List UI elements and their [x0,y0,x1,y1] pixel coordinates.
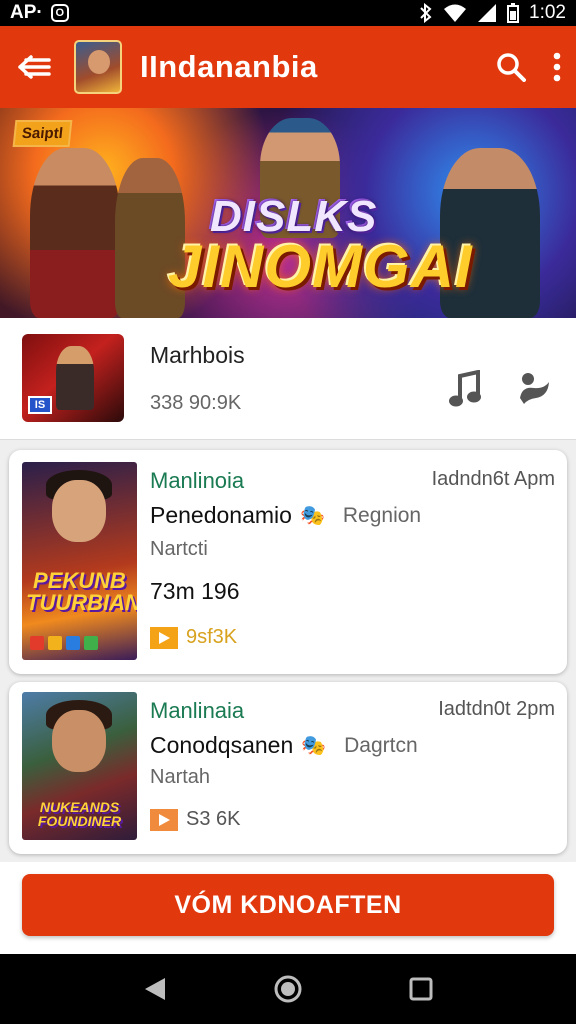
play-flag-icon [150,626,178,649]
featured-item[interactable]: IS Marhbois 338 90:9K [0,318,576,440]
more-vert-icon[interactable] [552,52,562,82]
search-icon[interactable] [496,52,526,82]
game-rating: 9sf3K [186,626,238,648]
status-bar: AP· O 1:02 [0,0,576,26]
featured-title: Marhbois [150,342,245,368]
cover-title: NUKEANDS FOUNDINER [37,799,122,829]
game-cover: NUKEANDS FOUNDINER [22,692,137,840]
nav-recents-icon[interactable] [409,977,433,1001]
nav-back-icon[interactable] [143,976,167,1002]
game-region: Regnion [342,503,422,527]
game-title: Penedonamio [150,502,292,528]
featured-thumbnail: IS [22,334,124,422]
status-carrier: AP· [10,2,43,23]
app-avatar[interactable] [74,40,122,94]
notification-icon: O [50,4,69,22]
game-size: 73m 196 [150,578,240,604]
game-card[interactable]: NUKEANDS FOUNDINER Manlinaia Iadtdn0t 2p… [9,682,567,854]
game-time: Iadtdn0t 2pm [438,698,555,720]
banner-character-left [30,148,120,318]
banner-tag: Saiptl [12,120,73,147]
nav-home-icon[interactable] [274,975,302,1003]
primary-action-button[interactable]: VÓM KDNOAFTEN [22,874,554,936]
signal-icon [478,4,497,22]
system-nav-bar [0,954,576,1024]
cta-container: VÓM KDNOAFTEN [0,862,576,954]
status-clock: 1:02 [529,2,566,23]
play-flag-icon [150,808,178,831]
share-icon[interactable] [516,370,552,406]
music-note-icon[interactable] [448,370,482,408]
game-category: Manlinaia [150,698,245,723]
app-title: IIndananbia [140,49,318,84]
bluetooth-icon [420,3,432,23]
banner-headline-main: JINOMGAI [168,233,473,300]
featured-badge: IS [28,396,52,414]
game-region: Dagrtcn [344,733,418,757]
game-card[interactable]: PEKUNB TUURBIAN Manlinoia Iadndn6t Apm P… [9,450,567,674]
mask-icon: 🎭 [301,735,327,757]
game-cover: PEKUNB TUURBIAN [22,462,137,660]
game-rating: S3 6K [186,808,241,830]
menu-back-icon[interactable] [14,47,54,87]
cover-title: PEKUNB TUURBIAN [26,568,137,615]
game-time: Iadndn6t Apm [431,468,555,490]
game-subtitle: Nartah [150,766,211,788]
wifi-icon [444,4,467,22]
featured-banner[interactable]: Saiptl DISLKS JINOMGAI [0,108,576,318]
featured-meta: 338 90:9K [150,392,242,414]
game-title: Conodqsanen [150,732,294,758]
battery-icon [507,3,520,23]
app-bar: IIndananbia [0,26,576,108]
game-category: Manlinoia [150,468,245,493]
game-subtitle: Nartcti [150,538,208,560]
mask-icon: 🎭 [299,505,325,527]
